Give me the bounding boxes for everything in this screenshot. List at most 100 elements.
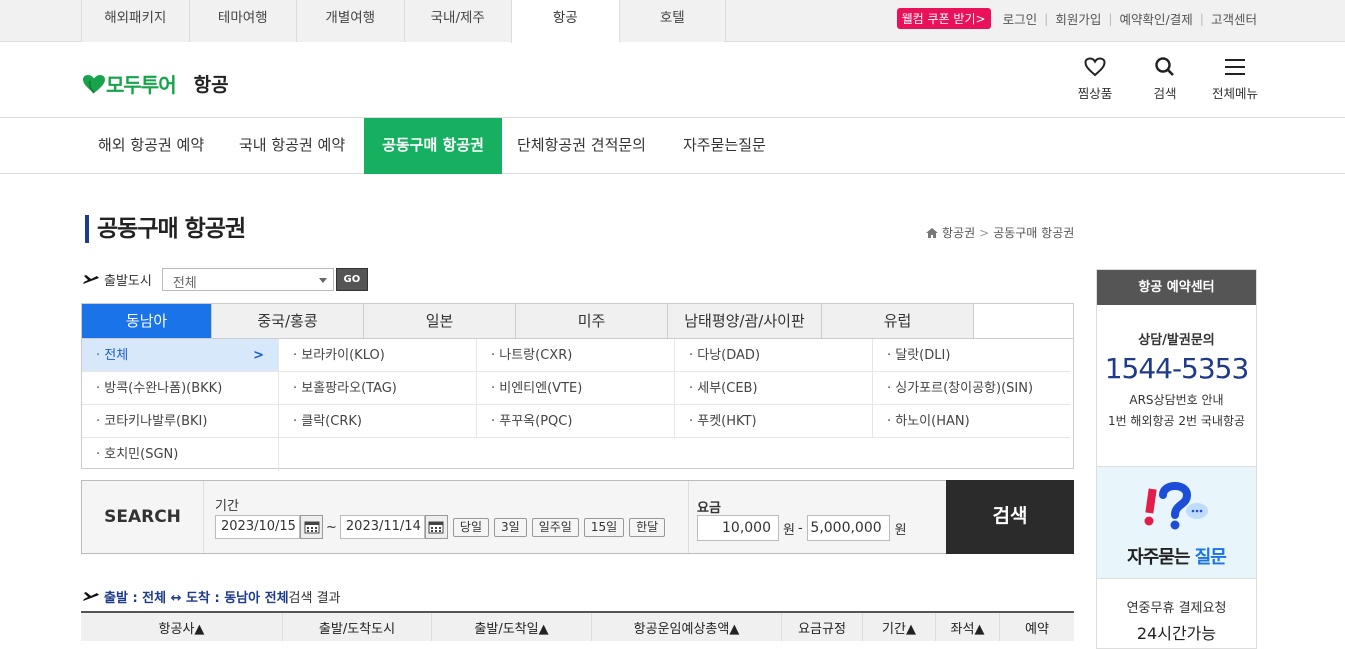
price-row: 10,000 원 - 5,000,000 원 bbox=[697, 515, 907, 541]
quick-15days-button[interactable]: 15일 bbox=[583, 517, 625, 537]
city-item[interactable]: · 세부(CEB) bbox=[675, 372, 873, 405]
calendar-icon[interactable] bbox=[424, 515, 448, 539]
chevron-right-icon: > bbox=[253, 348, 264, 363]
col-dates[interactable]: 출발/도착일▲ bbox=[432, 613, 592, 641]
city-item[interactable]: · 클락(CRK) bbox=[279, 405, 477, 438]
logo[interactable]: 모두투어 항공 bbox=[82, 69, 229, 98]
col-rules: 요금규정 bbox=[782, 613, 863, 641]
quick-today-button[interactable]: 당일 bbox=[452, 517, 489, 537]
subnav-group-quote[interactable]: 단체항공권 견적문의 bbox=[517, 118, 646, 174]
search-submit-button[interactable]: 검색 bbox=[946, 480, 1074, 554]
region-tab-southeast-asia[interactable]: 동남아 bbox=[82, 304, 212, 338]
date-from-input[interactable]: 2023/10/15 bbox=[215, 515, 300, 539]
price-min-input[interactable]: 10,000 bbox=[697, 515, 779, 541]
result-suffix: 검색 결과 bbox=[288, 591, 341, 606]
faq-text-b: 질문 bbox=[1194, 547, 1227, 568]
ars-label: ARS상담번호 안내 bbox=[1129, 393, 1224, 407]
gnb-tabs: 해외패키지 테마여행 개별여행 국내/제주 항공 호텔 bbox=[81, 0, 726, 43]
airplane-icon bbox=[83, 591, 99, 601]
region-panel: 동남아 중국/홍콩 일본 미주 남태평양/괌/사이판 유럽 · 전체 > · 보라… bbox=[81, 303, 1074, 471]
region-tabs: 동남아 중국/홍콩 일본 미주 남태평양/괌/사이판 유럽 bbox=[82, 304, 1073, 339]
wishlist-button[interactable]: 찜상품 bbox=[1060, 55, 1130, 102]
air-reservation-sidebar: 항공 예약센터 상담/발권문의 1544-5353 ARS상담번호 안내 1번 … bbox=[1096, 269, 1257, 649]
tab-air[interactable]: 항공 bbox=[511, 0, 619, 43]
city-grid: · 전체 > · 보라카이(KLO) · 나트랑(CXR) · 다낭(DAD) ·… bbox=[82, 339, 1073, 471]
result-table-header: 항공사▲ 출발/도착도시 출발/도착일▲ 항공운임예상총액▲ 요금규정 기간▲ … bbox=[81, 611, 1074, 641]
city-item[interactable]: · 보라카이(KLO) bbox=[279, 339, 477, 372]
subnav-international[interactable]: 해외 항공권 예약 bbox=[98, 118, 204, 174]
city-item[interactable]: · 다낭(DAD) bbox=[675, 339, 873, 372]
login-link[interactable]: 로그인 bbox=[1003, 9, 1038, 28]
payment-label: 연중무휴 결제요청 bbox=[1126, 601, 1227, 616]
region-tab-south-pacific[interactable]: 남태평양/괌/사이판 bbox=[668, 304, 822, 338]
dropdown-arrow-icon bbox=[318, 278, 327, 283]
city-item[interactable]: · 달랏(DLI) bbox=[873, 339, 1070, 372]
region-tab-americas[interactable]: 미주 bbox=[516, 304, 668, 338]
all-menu-button[interactable]: 전체메뉴 bbox=[1200, 55, 1270, 102]
city-item[interactable]: · 푸꾸옥(PQC) bbox=[477, 405, 675, 438]
col-period[interactable]: 기간▲ bbox=[863, 613, 936, 641]
date-to-input[interactable]: 2023/11/14 bbox=[339, 515, 425, 539]
calendar-icon[interactable] bbox=[300, 515, 323, 539]
menu-icon bbox=[1225, 59, 1245, 75]
faq-banner-text: 자주묻는 질문 bbox=[1097, 543, 1256, 569]
subnav-group-purchase[interactable]: 공동구매 항공권 bbox=[364, 118, 502, 174]
breadcrumb-air[interactable]: 항공권 bbox=[942, 224, 975, 241]
tab-domestic-jeju[interactable]: 국내/제주 bbox=[403, 0, 511, 42]
home-icon[interactable] bbox=[925, 227, 939, 239]
search-label: 검색 bbox=[1153, 86, 1177, 101]
won-unit: 원 bbox=[783, 522, 795, 538]
heart-icon bbox=[1084, 57, 1106, 77]
airplane-icon bbox=[83, 274, 99, 284]
period-label: 기간 bbox=[215, 499, 239, 514]
price-filter: 요금 10,000 원 - 5,000,000 원 bbox=[688, 481, 946, 553]
col-fare[interactable]: 항공운임예상총액▲ bbox=[592, 613, 782, 641]
city-item[interactable]: · 방콕(수완나폼)(BKK) bbox=[82, 372, 279, 405]
quick-month-button[interactable]: 한달 bbox=[629, 517, 666, 537]
city-item[interactable]: · 싱가포르(창이공항)(SIN) bbox=[873, 372, 1070, 405]
subnav-domestic[interactable]: 국내 항공권 예약 bbox=[239, 118, 345, 174]
customer-center-link[interactable]: 고객센터 bbox=[1211, 9, 1257, 28]
utility-links: 웰컴 쿠폰 받기> 로그인 | 회원가입 | 예약확인/결제 | 고객센터 bbox=[896, 8, 1257, 29]
tab-individual-travel[interactable]: 개별여행 bbox=[296, 0, 404, 42]
quick-week-button[interactable]: 일주일 bbox=[531, 517, 579, 537]
col-seats[interactable]: 좌석▲ bbox=[936, 613, 1000, 641]
breadcrumb-current: 공동구매 항공권 bbox=[993, 226, 1075, 240]
tab-overseas-package[interactable]: 해외패키지 bbox=[81, 0, 189, 42]
welcome-coupon-button[interactable]: 웰컴 쿠폰 받기> bbox=[896, 8, 991, 29]
col-airline[interactable]: 항공사▲ bbox=[81, 613, 283, 641]
city-item[interactable]: · 하노이(HAN) bbox=[873, 405, 1070, 438]
departure-city-select[interactable]: 전체 bbox=[161, 268, 334, 291]
city-item[interactable]: · 비엔티엔(VTE) bbox=[477, 372, 675, 405]
section-title: 항공 bbox=[193, 74, 229, 96]
tab-theme-travel[interactable]: 테마여행 bbox=[188, 0, 296, 42]
go-button[interactable]: GO bbox=[335, 268, 368, 291]
logo-text: 모두투어 bbox=[106, 73, 177, 97]
region-tab-europe[interactable]: 유럽 bbox=[822, 304, 974, 338]
divider: | bbox=[1108, 11, 1113, 26]
region-tab-china-hongkong[interactable]: 중국/홍콩 bbox=[212, 304, 364, 338]
region-tab-japan[interactable]: 일본 bbox=[364, 304, 516, 338]
subnav-faq[interactable]: 자주묻는질문 bbox=[683, 118, 766, 174]
phone-number: 1544-5353 bbox=[1104, 352, 1250, 385]
faq-banner[interactable]: 자주묻는 질문 bbox=[1097, 467, 1256, 579]
consult-label: 상담/발권문의 bbox=[1138, 333, 1215, 348]
city-item[interactable]: · 나트랑(CXR) bbox=[477, 339, 675, 372]
signup-link[interactable]: 회원가입 bbox=[1055, 9, 1101, 28]
quick-3days-button[interactable]: 3일 bbox=[494, 517, 527, 537]
reservation-check-link[interactable]: 예약확인/결제 bbox=[1120, 9, 1193, 28]
tab-hotel[interactable]: 호텔 bbox=[618, 0, 726, 42]
price-max-input[interactable]: 5,000,000 bbox=[806, 515, 890, 541]
air-subnav: 해외 항공권 예약 국내 항공권 예약 공동구매 항공권 단체항공권 견적문의 … bbox=[0, 118, 1345, 174]
city-item[interactable]: · 푸켓(HKT) bbox=[675, 405, 873, 438]
city-item-all[interactable]: · 전체 > bbox=[82, 339, 279, 372]
logo-heart-icon bbox=[82, 74, 105, 94]
search-button[interactable]: 검색 bbox=[1130, 55, 1200, 102]
price-label: 요금 bbox=[697, 501, 721, 516]
city-item[interactable]: · 코타키나발루(BKI) bbox=[82, 405, 279, 438]
price-dash: - bbox=[797, 520, 803, 536]
payment-hours: 24시간가능 bbox=[1136, 624, 1217, 643]
city-item[interactable]: · 호치민(SGN) bbox=[82, 438, 279, 471]
search-panel: SEARCH 기간 2023/10/15 ~ 2023/11/14 당일 3일 … bbox=[81, 480, 1074, 554]
city-item[interactable]: · 보홀팡라오(TAG) bbox=[279, 372, 477, 405]
